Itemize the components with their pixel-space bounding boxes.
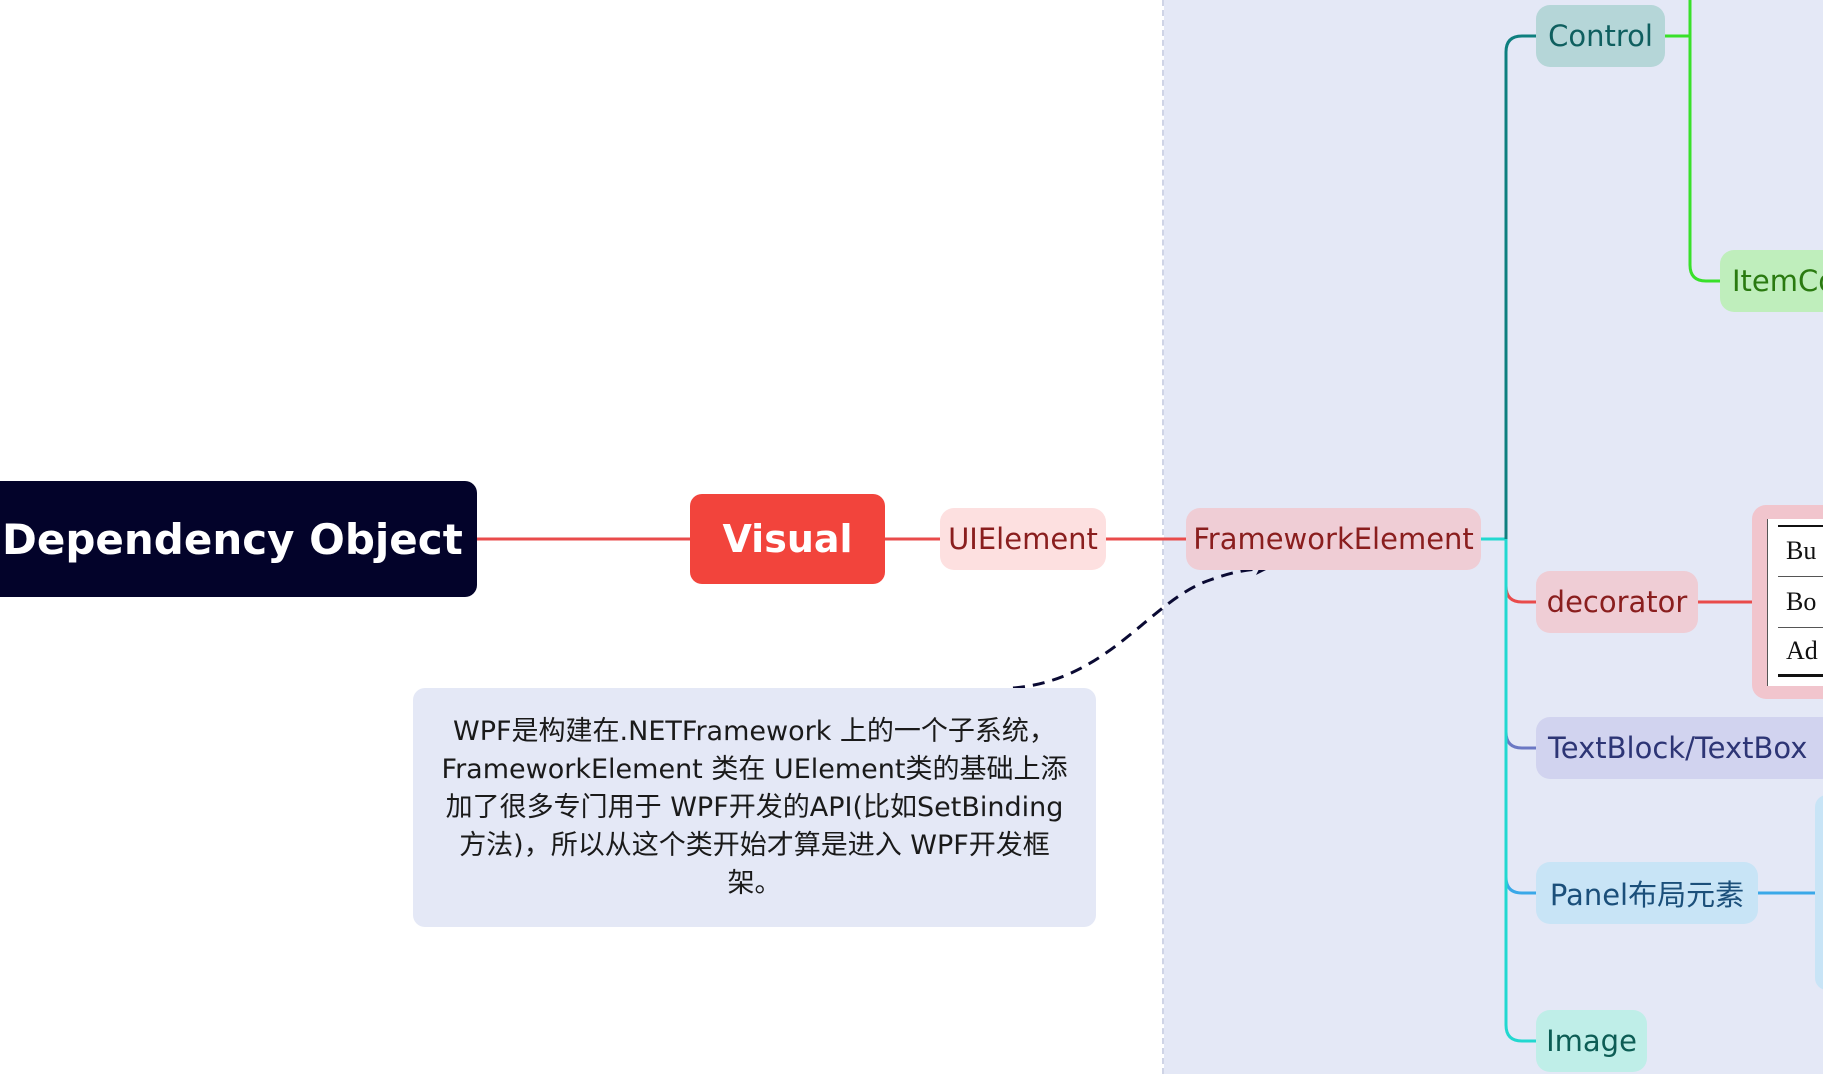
node-uielement[interactable]: UIElement [940,508,1106,570]
panel-children-box[interactable] [1815,795,1823,990]
node-image[interactable]: Image [1536,1010,1647,1072]
decorator-children-list: Bu Bo Ad [1767,519,1823,686]
node-visual[interactable]: Visual [690,494,885,584]
node-item-control[interactable]: ItemCo [1720,250,1823,312]
line-to-textblock [1504,700,1536,750]
node-panel-layout[interactable]: Panel布局元素 [1536,862,1758,924]
decorator-child-border[interactable]: Bo [1778,576,1823,626]
node-textblock-textbox[interactable]: TextBlock/TextBox [1536,717,1823,779]
node-framework-element[interactable]: FrameworkElement [1186,508,1481,570]
line-to-image [1504,539,1536,1043]
decorator-child-button[interactable]: Bu [1778,525,1823,575]
node-control[interactable]: Control [1536,5,1665,67]
note-arrow [1012,563,1268,690]
decorator-child-adorner[interactable]: Ad [1778,627,1823,677]
note-framework-description[interactable]: WPF是构建在.NETFramework 上的一个子系统，FrameworkEl… [413,688,1096,927]
line-to-control [1504,34,1536,539]
line-to-itemco [1688,0,1720,283]
node-dependency-object[interactable]: Dependency Object [0,481,477,597]
line-to-decorator [1504,539,1536,604]
node-decorator[interactable]: decorator [1536,571,1698,633]
line-to-panel [1504,850,1536,895]
